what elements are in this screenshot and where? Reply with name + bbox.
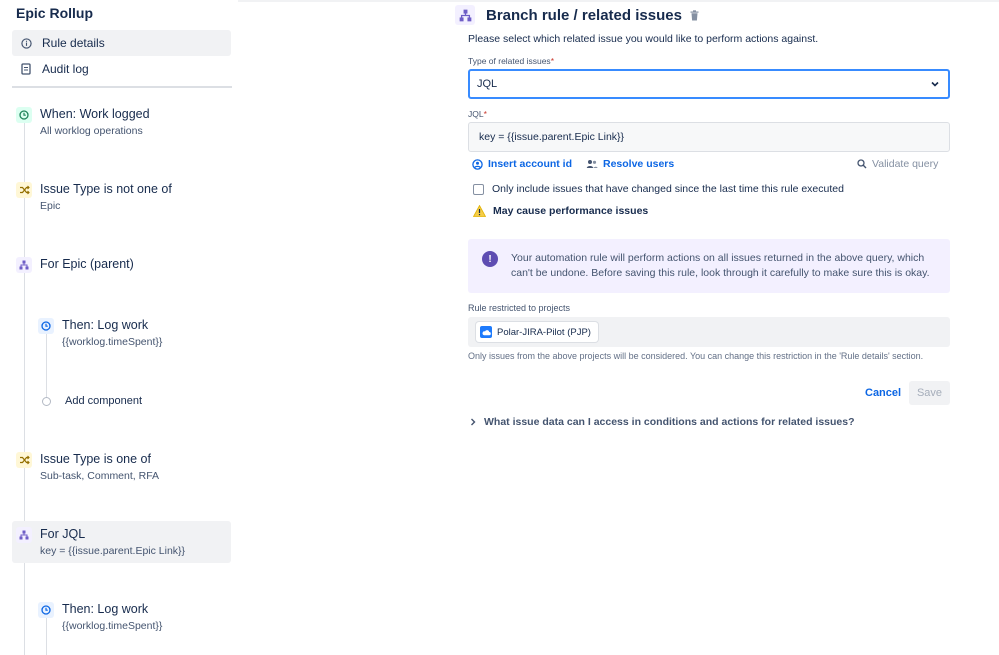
step-title: Issue Type is not one of xyxy=(40,182,172,196)
condition-step[interactable]: Issue Type is not one of Epic xyxy=(16,181,172,213)
faq-label: What issue data can I access in conditio… xyxy=(484,416,855,428)
branch-icon xyxy=(16,527,32,543)
trigger-step[interactable]: When: Work logged All worklog operations xyxy=(16,106,150,138)
step-title: Then: Log work xyxy=(62,318,149,332)
clock-icon xyxy=(38,318,54,334)
step-title: For Epic (parent) xyxy=(40,257,134,271)
document-icon xyxy=(20,63,32,75)
trash-icon[interactable] xyxy=(690,9,699,21)
select-value: JQL xyxy=(477,78,498,90)
jql-value: key = {{issue.parent.Epic Link}} xyxy=(479,131,625,143)
cloud-icon xyxy=(480,326,492,338)
step-title: Add component xyxy=(65,395,143,407)
step-subtitle: Epic xyxy=(40,200,61,212)
type-field-label: Type of related issues* xyxy=(468,56,554,66)
panel-header: Branch rule / related issues xyxy=(455,5,699,25)
search-icon xyxy=(857,159,867,169)
top-edge xyxy=(238,0,999,2)
nav-label: Audit log xyxy=(42,62,89,76)
shuffle-icon xyxy=(16,182,32,198)
action-step[interactable]: Then: Log work {{worklog.timeSpent}} xyxy=(38,601,162,633)
step-title: Then: Log work xyxy=(62,602,149,616)
step-title: Issue Type is one of xyxy=(40,452,151,466)
required-marker: * xyxy=(483,109,487,119)
related-issues-faq-toggle[interactable]: What issue data can I access in conditio… xyxy=(470,416,855,428)
label-text: JQL xyxy=(468,109,484,119)
branch-step-selected[interactable]: For JQL key = {{issue.parent.Epic Link}} xyxy=(16,526,185,558)
panel-title: Branch rule / related issues xyxy=(486,6,682,24)
nav-audit-log[interactable]: Audit log xyxy=(12,56,231,82)
clock-icon xyxy=(38,602,54,618)
info-text: Your automation rule will perform action… xyxy=(511,252,930,279)
warning-icon xyxy=(473,205,486,217)
branch-icon xyxy=(16,257,32,273)
projects-field: Polar-JIRA-Pilot (PJP) xyxy=(468,317,950,347)
step-subtitle: Sub-task, Comment, RFA xyxy=(40,470,160,482)
people-icon xyxy=(586,159,598,169)
link-label: Resolve users xyxy=(603,158,675,170)
add-component-button[interactable]: Add component xyxy=(39,393,142,409)
performance-warning: May cause performance issues xyxy=(473,205,648,217)
step-subtitle: {{worklog.timeSpent}} xyxy=(62,336,163,348)
warning-text: May cause performance issues xyxy=(493,205,649,217)
condition-step[interactable]: Issue Type is one of Sub-task, Comment, … xyxy=(16,451,159,483)
label-text: Type of related issues xyxy=(468,56,551,66)
branch-step[interactable]: For Epic (parent) xyxy=(16,256,134,273)
related-issue-type-select[interactable]: JQL xyxy=(468,69,950,99)
nav-label: Rule details xyxy=(42,36,105,50)
step-title: For JQL xyxy=(40,527,86,541)
resolve-users-link[interactable]: Resolve users xyxy=(586,158,674,170)
info-icon xyxy=(20,37,32,49)
panel-description: Please select which related issue you wo… xyxy=(468,33,819,45)
validate-query-link[interactable]: Validate query xyxy=(857,158,938,170)
shuffle-icon xyxy=(16,452,32,468)
checkbox-label: Only include issues that have changed si… xyxy=(492,183,844,195)
exclamation-icon: ! xyxy=(482,251,498,267)
action-step[interactable]: Then: Log work {{worklog.timeSpent}} xyxy=(38,317,162,349)
project-tag-label: Polar-JIRA-Pilot (PJP) xyxy=(497,326,591,338)
changed-issues-checkbox[interactable] xyxy=(473,183,484,195)
jql-input[interactable]: key = {{issue.parent.Epic Link}} xyxy=(468,122,950,152)
branch-icon xyxy=(455,5,475,25)
step-subtitle: {{worklog.timeSpent}} xyxy=(62,620,163,632)
link-label: Insert account id xyxy=(488,158,573,170)
required-marker: * xyxy=(550,56,554,66)
rule-sidebar: Epic Rollup Rule details Audit log When:… xyxy=(0,0,240,655)
info-message: ! Your automation rule will perform acti… xyxy=(468,239,950,293)
projects-note: Only issues from the above projects will… xyxy=(468,351,924,361)
jql-field-label: JQL* xyxy=(468,109,487,119)
circle-icon xyxy=(42,397,51,406)
step-subtitle: key = {{issue.parent.Epic Link}} xyxy=(40,545,186,557)
chevron-down-icon xyxy=(930,79,940,92)
user-circle-icon xyxy=(472,158,483,170)
rule-title: Epic Rollup xyxy=(16,5,93,21)
link-label: Validate query xyxy=(872,158,939,170)
sidebar-divider xyxy=(12,86,232,88)
step-subtitle: All worklog operations xyxy=(40,125,143,137)
chevron-right-icon xyxy=(470,418,476,426)
changed-issues-checkbox-row[interactable]: Only include issues that have changed si… xyxy=(473,183,844,195)
cancel-button[interactable]: Cancel xyxy=(859,381,907,405)
insert-account-id-link[interactable]: Insert account id xyxy=(472,158,572,170)
project-tag[interactable]: Polar-JIRA-Pilot (PJP) xyxy=(476,322,598,342)
projects-label: Rule restricted to projects xyxy=(468,303,571,313)
step-title: When: Work logged xyxy=(40,107,150,121)
clock-icon xyxy=(16,107,32,123)
nav-rule-details[interactable]: Rule details xyxy=(12,30,231,56)
save-button[interactable]: Save xyxy=(909,381,950,405)
